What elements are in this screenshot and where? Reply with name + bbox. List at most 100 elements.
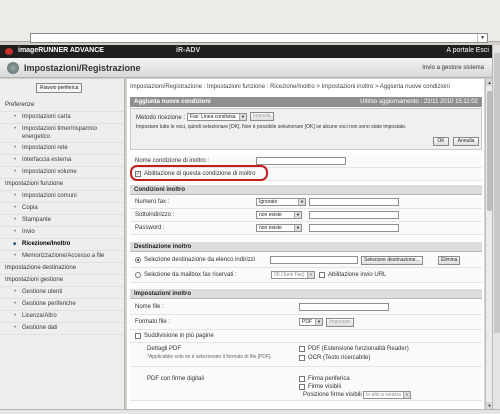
settings-gear-icon <box>7 62 19 74</box>
section-header: Aggiunta nuove condizioni Ultimo aggiorn… <box>130 97 482 107</box>
file-format-select[interactable]: PDF ▼ <box>299 318 323 326</box>
method-select[interactable]: Fax: Linea condivisa ▼ <box>187 113 247 121</box>
chevron-down-icon: ▼ <box>403 392 410 398</box>
chevron-down-icon: ▼ <box>307 272 314 278</box>
highlight-ring <box>130 165 268 181</box>
visible-signature-checkbox[interactable] <box>299 384 305 390</box>
sidebar-item-common[interactable]: Impostazioni comuni <box>0 191 124 203</box>
chevron-down-icon: ▼ <box>294 212 301 218</box>
canon-logo-icon <box>5 48 13 55</box>
pdf-details-note: *Applicabile solo se è selezionato il fo… <box>147 354 272 360</box>
file-name-label: Nome file : <box>135 304 164 310</box>
sidebar-item-copy[interactable]: Copia <box>0 203 124 215</box>
destination-section: Destinazione inoltro <box>130 242 482 252</box>
destination-input[interactable] <box>270 256 358 264</box>
chevron-down-icon: ▼ <box>298 199 305 205</box>
device-signature-label: Firma periferica <box>308 376 350 382</box>
sidebar-item-volume[interactable]: Impostazioni volume <box>0 167 124 179</box>
address-bar[interactable]: ▼ <box>30 33 488 43</box>
method-panel: Metodo ricezione : Fax: Linea condivisa … <box>130 108 482 150</box>
send-to-admin-link[interactable]: Invio a gestore sistema <box>422 65 484 71</box>
sidebar-item-external-interface[interactable]: Interfaccia esterna <box>0 155 124 167</box>
file-name-row: Nome file : <box>130 300 482 315</box>
condition-name-input[interactable] <box>256 157 346 165</box>
sidebar-item-send[interactable]: Invio <box>0 227 124 239</box>
signature-position-select-value: In alto a sinistra <box>366 392 402 398</box>
fax-number-select-value: Ignorato <box>259 199 278 205</box>
mailbox-select[interactable]: 00 (Junk Fax) ▼ <box>271 271 315 279</box>
delete-button[interactable]: Elimina <box>438 256 461 265</box>
main-content: Impostazioni/Registrazione : Impostazion… <box>127 79 484 409</box>
condition-name-label: Nome condizione di inoltro : <box>135 158 210 164</box>
cancel-button[interactable]: Annulla <box>453 137 479 146</box>
password-select[interactable]: non esiste ▼ <box>256 224 302 232</box>
subaddress-input[interactable] <box>309 211 399 219</box>
settings-section: Impostazioni inoltro <box>130 289 482 299</box>
exit-link[interactable]: Esci <box>476 47 489 54</box>
password-row: Password : non esiste ▼ <box>130 222 482 235</box>
set-method-button[interactable]: Imposta <box>250 112 274 121</box>
pdf-details-row: Dettagli PDF *Applicabile solo se è sele… <box>130 343 482 367</box>
pdf-signature-row: PDF con firme digitali Firma periferica … <box>130 367 482 401</box>
pdf-extension-checkbox[interactable] <box>299 346 305 352</box>
signature-position-label: Posizione firme visibili : <box>303 392 366 398</box>
sidebar-item-management[interactable]: Impostazioni gestione <box>0 275 124 287</box>
sidebar-item-preferences[interactable]: Preferenze <box>0 100 124 112</box>
password-input[interactable] <box>309 224 399 232</box>
portal-link[interactable]: A portale <box>446 47 474 54</box>
chevron-down-icon[interactable]: ▼ <box>477 34 487 42</box>
sidebar-item-timer[interactable]: Impostazioni timer/risparmio energetico <box>0 124 124 143</box>
subaddress-row: Sottoindirizzo : non esiste ▼ <box>130 209 482 222</box>
model-name: iR-ADV <box>176 47 201 54</box>
brand-bar: imageRUNNER ADVANCE iR-ADV A portale Esc… <box>0 45 492 58</box>
password-select-value: non esiste <box>259 225 282 231</box>
ocr-label: OCR (Testo ricercabile) <box>308 355 371 361</box>
mailbox-radio[interactable] <box>135 272 141 278</box>
method-label: Metodo ricezione : <box>136 115 186 121</box>
sidebar-item-printer[interactable]: Stampante <box>0 215 124 227</box>
split-pages-label: Suddivisione in più pagine <box>144 333 214 339</box>
ocr-checkbox[interactable] <box>299 355 305 361</box>
url-send-label: Abilitazione invio URL <box>328 272 387 278</box>
chevron-down-icon: ▼ <box>294 225 301 231</box>
select-destination-button[interactable]: Selezione destinazione... <box>361 256 423 265</box>
sidebar: Riavvio periferica Preferenze Impostazio… <box>0 79 125 409</box>
pdf-details-label: Dettagli PDF <box>147 346 182 352</box>
fax-number-row: Numero fax : Ignorato ▼ <box>130 196 482 209</box>
split-pages-checkbox[interactable] <box>135 333 141 339</box>
device-signature-checkbox[interactable] <box>299 376 305 382</box>
mailbox-select-value: 00 (Junk Fax) <box>274 272 305 278</box>
signature-position-select[interactable]: In alto a sinistra ▼ <box>363 391 411 399</box>
address-book-radio[interactable] <box>135 257 141 263</box>
sidebar-item-receive-forward[interactable]: Ricezione/Inoltro <box>0 239 124 251</box>
url-send-checkbox[interactable] <box>319 272 325 278</box>
app-name: imageRUNNER ADVANCE <box>18 47 104 54</box>
content-scrollbar[interactable]: ▲ ▼ <box>485 79 493 409</box>
sidebar-item-license[interactable]: Licenza/Altro <box>0 311 124 323</box>
sidebar-item-function-settings[interactable]: Impostazioni funzione <box>0 179 124 191</box>
mailbox-label: Selezione da mailbox fax riservati : <box>144 272 237 278</box>
sidebar-item-data[interactable]: Gestione dati <box>0 323 124 335</box>
horizontal-scrollbar[interactable] <box>0 409 500 414</box>
fax-number-input[interactable] <box>309 198 399 206</box>
sidebar-item-destination[interactable]: Impostazione destinazione <box>0 263 124 275</box>
file-format-settings-button[interactable]: Impostato <box>326 318 354 327</box>
browser-toolbar: ▼ <box>0 0 500 43</box>
sidebar-item-network[interactable]: Impostazioni rete <box>0 143 124 155</box>
sidebar-item-devices[interactable]: Gestione periferiche <box>0 299 124 311</box>
sidebar-item-users[interactable]: Gestione utenti <box>0 287 124 299</box>
fax-number-select[interactable]: Ignorato ▼ <box>256 198 306 206</box>
method-select-value: Fax: Linea condivisa <box>190 114 236 120</box>
address-book-row: Selezione destinazione da elenco indiriz… <box>130 253 482 268</box>
ok-button[interactable]: OK <box>433 137 449 146</box>
page-title: Impostazioni/Registrazione <box>24 63 141 73</box>
window-scroll-thumb[interactable] <box>494 53 500 333</box>
window-scrollbar[interactable] <box>492 45 500 409</box>
sidebar-item-paper[interactable]: Impostazioni carta <box>0 112 124 124</box>
subaddress-select[interactable]: non esiste ▼ <box>256 211 302 219</box>
visible-signature-label: Firme visibili <box>308 384 341 390</box>
file-name-input[interactable] <box>299 303 389 311</box>
pdf-signature-label: PDF con firme digitali <box>147 376 205 382</box>
restart-device-button[interactable]: Riavvio periferica <box>36 83 83 93</box>
sidebar-item-storage[interactable]: Memorizzazione/Accesso a file <box>0 251 124 263</box>
